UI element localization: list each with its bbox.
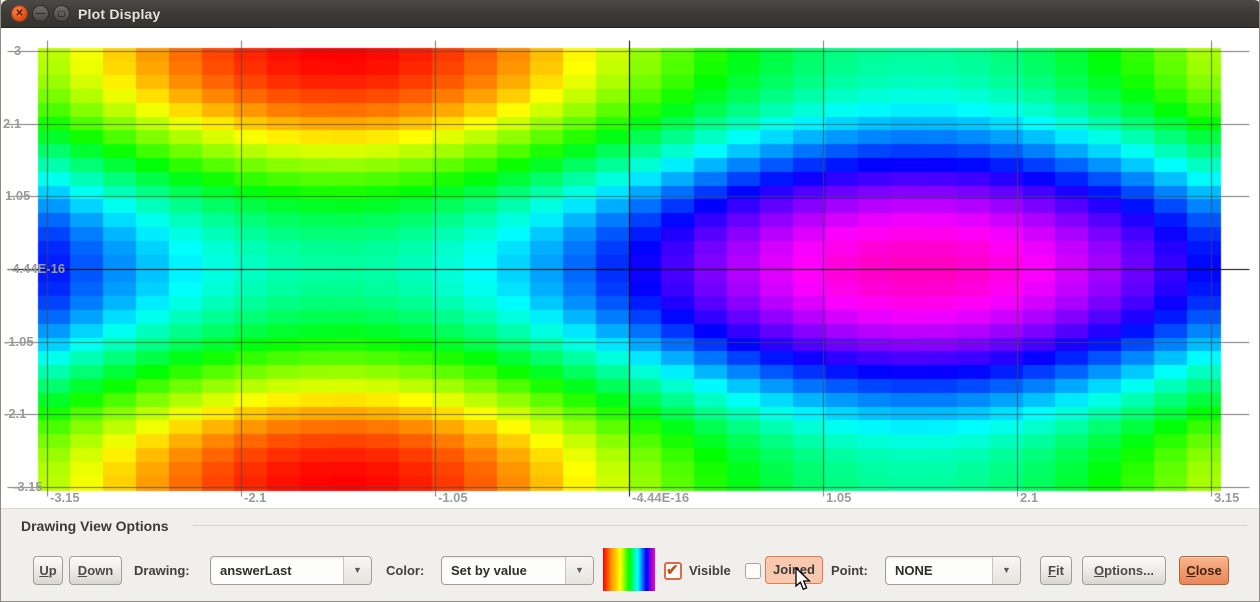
chevron-down-icon: ▼ — [343, 557, 371, 584]
options-button[interactable]: Options... — [1082, 556, 1166, 585]
window-maximize-icon[interactable]: ▢ — [53, 5, 70, 22]
color-label: Color: — [386, 563, 425, 578]
y-tick-label: -2.1 — [4, 406, 27, 421]
y-tick-label: -3.15 — [13, 479, 43, 494]
visible-label[interactable]: Visible — [689, 563, 731, 578]
plot-display-window: ✕ — ▢ Plot Display -3.15 -2.1 -1.05 -4.44E-… — [0, 0, 1260, 602]
y-tick-label: 1.05 — [5, 188, 31, 203]
point-select[interactable]: NONE ▼ — [885, 556, 1021, 585]
color-select[interactable]: Set by value ▼ — [441, 556, 594, 585]
x-tick-label: -1.05 — [438, 490, 468, 505]
mouse-cursor-icon — [795, 567, 812, 591]
x-tick-label: -4.44E-16 — [632, 490, 690, 505]
check-icon: ✔ — [666, 562, 679, 579]
window-title: Plot Display — [78, 6, 161, 22]
joined-checkbox[interactable] — [745, 563, 761, 579]
x-tick-label: -2.1 — [244, 490, 267, 505]
colormap-swatch — [603, 548, 655, 591]
chevron-down-icon: ▼ — [992, 557, 1020, 584]
visible-checkbox[interactable]: ✔ — [664, 562, 682, 580]
fit-button[interactable]: Fit — [1040, 556, 1072, 585]
down-button[interactable]: Down — [69, 556, 122, 585]
window-close-icon[interactable]: ✕ — [11, 5, 28, 22]
close-button[interactable]: Close — [1179, 556, 1229, 585]
drawing-view-options-panel: Drawing View Options Up Down Drawing: an… — [1, 508, 1259, 601]
drawing-label: Drawing: — [134, 563, 190, 578]
point-label: Point: — [831, 563, 868, 578]
x-tick-label: 2.1 — [1020, 490, 1039, 505]
x-tick-label: 3.15 — [1214, 490, 1240, 505]
y-tick-label: -1.05 — [4, 334, 34, 349]
heatmap-canvas[interactable] — [1, 28, 1259, 508]
y-tick-label: -4.44E-16 — [8, 261, 66, 276]
plot-area: -3.15 -2.1 -1.05 -4.44E-16 1.05 2.1 3.15 3 2.1 1.… — [1, 28, 1259, 508]
frame-rule — [193, 525, 1247, 526]
y-tick-label: 3 — [14, 43, 22, 58]
x-tick-label: -3.15 — [50, 490, 80, 505]
up-button[interactable]: Up — [33, 556, 63, 585]
window-minimize-icon[interactable]: — — [32, 5, 49, 22]
chevron-down-icon: ▼ — [565, 557, 593, 584]
title-bar[interactable]: ✕ — ▢ Plot Display — [1, 0, 1259, 28]
x-tick-label: 1.05 — [826, 490, 852, 505]
y-tick-label: 2.1 — [3, 116, 22, 131]
frame-title: Drawing View Options — [21, 518, 169, 534]
drawing-select[interactable]: answerLast ▼ — [210, 556, 372, 585]
